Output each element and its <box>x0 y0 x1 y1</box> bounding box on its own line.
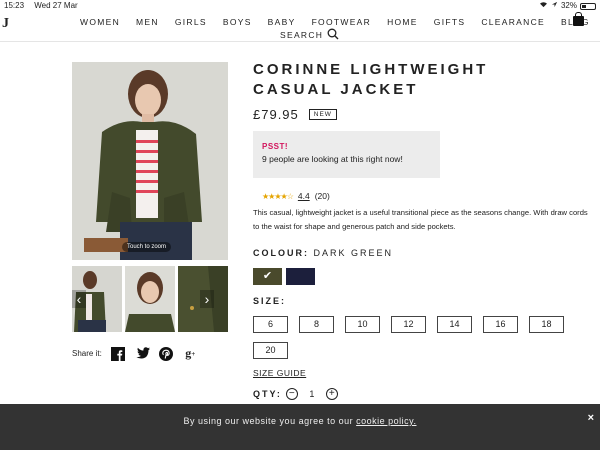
popularity-notice: PSST! 9 people are looking at this right… <box>253 131 440 178</box>
size-label: SIZE: <box>253 296 287 306</box>
search-icon <box>327 28 339 42</box>
battery-percent: 32% <box>560 1 577 10</box>
google-plus-icon[interactable]: g + <box>183 346 198 361</box>
product-main-image[interactable]: Touch to zoom <box>72 62 228 260</box>
share-label: Share it: <box>72 349 102 358</box>
colour-value: DARK GREEN <box>313 248 394 258</box>
size-option-14[interactable]: 14 <box>437 316 472 333</box>
brand-logo[interactable]: J <box>2 16 9 32</box>
nav-item-home[interactable]: HOME <box>387 17 418 27</box>
product-description: This casual, lightweight jacket is a use… <box>253 208 588 231</box>
cookie-message-text: By using our website you agree to our <box>183 416 354 426</box>
nav-item-clearance[interactable]: CLEARANCE <box>481 17 545 27</box>
status-time: 15:23 <box>4 1 25 10</box>
colour-swatches: ✔ <box>253 268 315 285</box>
price-row: £79.95 NEW <box>253 107 337 122</box>
psst-text: 9 people are looking at this right now! <box>262 154 403 164</box>
cookie-policy-link[interactable]: cookie policy. <box>356 416 416 426</box>
close-icon[interactable]: × <box>588 412 594 424</box>
qty-label: QTY: <box>253 389 282 399</box>
size-option-6[interactable]: 6 <box>253 316 288 333</box>
thumbnail-next-arrow[interactable]: › <box>200 290 214 308</box>
battery-icon <box>580 2 596 10</box>
search-label: SEARCH <box>280 30 324 40</box>
cookie-message: By using our website you agree to our co… <box>0 416 600 426</box>
pinterest-icon[interactable] <box>159 346 174 361</box>
size-guide-link[interactable]: SIZE GUIDE <box>253 368 306 378</box>
colour-label-text: COLOUR: <box>253 248 309 258</box>
top-navigation: J WOMEN MEN GIRLS BOYS BABY FOOTWEAR HOM… <box>0 12 600 42</box>
battery-fill <box>582 4 586 8</box>
thumbnail-2[interactable] <box>125 266 175 332</box>
status-bar: 15:23 Wed 27 Mar 32% <box>0 0 600 12</box>
wifi-icon <box>539 0 548 12</box>
plus-icon[interactable]: + <box>325 388 338 400</box>
nav-item-boys[interactable]: BOYS <box>223 17 252 27</box>
thumbnail-strip: ‹ › <box>72 266 228 332</box>
check-icon: ✔ <box>262 270 273 282</box>
product-price: £79.95 <box>253 107 299 122</box>
swatch-navy[interactable] <box>286 268 315 285</box>
nav-item-men[interactable]: MEN <box>136 17 159 27</box>
minus-icon[interactable]: − <box>285 388 298 400</box>
nav-item-gifts[interactable]: GIFTS <box>434 17 466 27</box>
colour-label: COLOUR: DARK GREEN <box>253 248 393 258</box>
swatch-dark-green[interactable]: ✔ <box>253 268 282 285</box>
size-option-18[interactable]: 18 <box>529 316 564 333</box>
cookie-banner: By using our website you agree to our co… <box>0 404 600 450</box>
facebook-icon[interactable] <box>111 346 126 361</box>
rating-score[interactable]: 4.4 <box>298 191 310 201</box>
size-option-12[interactable]: 12 <box>391 316 426 333</box>
size-option-20[interactable]: 20 <box>253 342 288 359</box>
size-option-16[interactable]: 16 <box>483 316 518 333</box>
location-icon <box>551 0 558 12</box>
main-menu: WOMEN MEN GIRLS BOYS BABY FOOTWEAR HOME … <box>80 17 600 27</box>
twitter-icon[interactable] <box>135 346 150 361</box>
nav-item-girls[interactable]: GIRLS <box>175 17 207 27</box>
qty-value[interactable]: 1 <box>302 389 322 399</box>
nav-item-women[interactable]: WOMEN <box>80 17 120 27</box>
psst-heading: PSST! <box>262 142 289 151</box>
size-options: 6 8 10 12 14 16 18 20 <box>253 316 593 359</box>
product-rating[interactable]: ★★★★☆ 4.4 (20) <box>262 191 330 201</box>
nav-item-footwear[interactable]: FOOTWEAR <box>312 17 372 27</box>
rating-stars-icon: ★★★★☆ <box>262 191 294 201</box>
share-bar: Share it: g + <box>72 346 198 361</box>
search-button[interactable]: SEARCH <box>280 28 339 42</box>
thumbnail-prev-arrow[interactable]: ‹ <box>72 290 86 308</box>
product-title: CORINNE LIGHTWEIGHT CASUAL JACKET <box>253 61 489 98</box>
nav-item-baby[interactable]: BABY <box>268 17 296 27</box>
rating-count: (20) <box>314 191 330 201</box>
size-option-10[interactable]: 10 <box>345 316 380 333</box>
shopping-bag-icon[interactable] <box>573 12 584 26</box>
size-option-8[interactable]: 8 <box>299 316 334 333</box>
quantity-stepper: QTY: − 1 + <box>253 388 338 400</box>
zoom-hint: Touch to zoom <box>122 242 172 252</box>
status-date: Wed 27 Mar <box>34 1 78 10</box>
new-badge: NEW <box>308 109 337 120</box>
model-photo <box>72 62 228 260</box>
